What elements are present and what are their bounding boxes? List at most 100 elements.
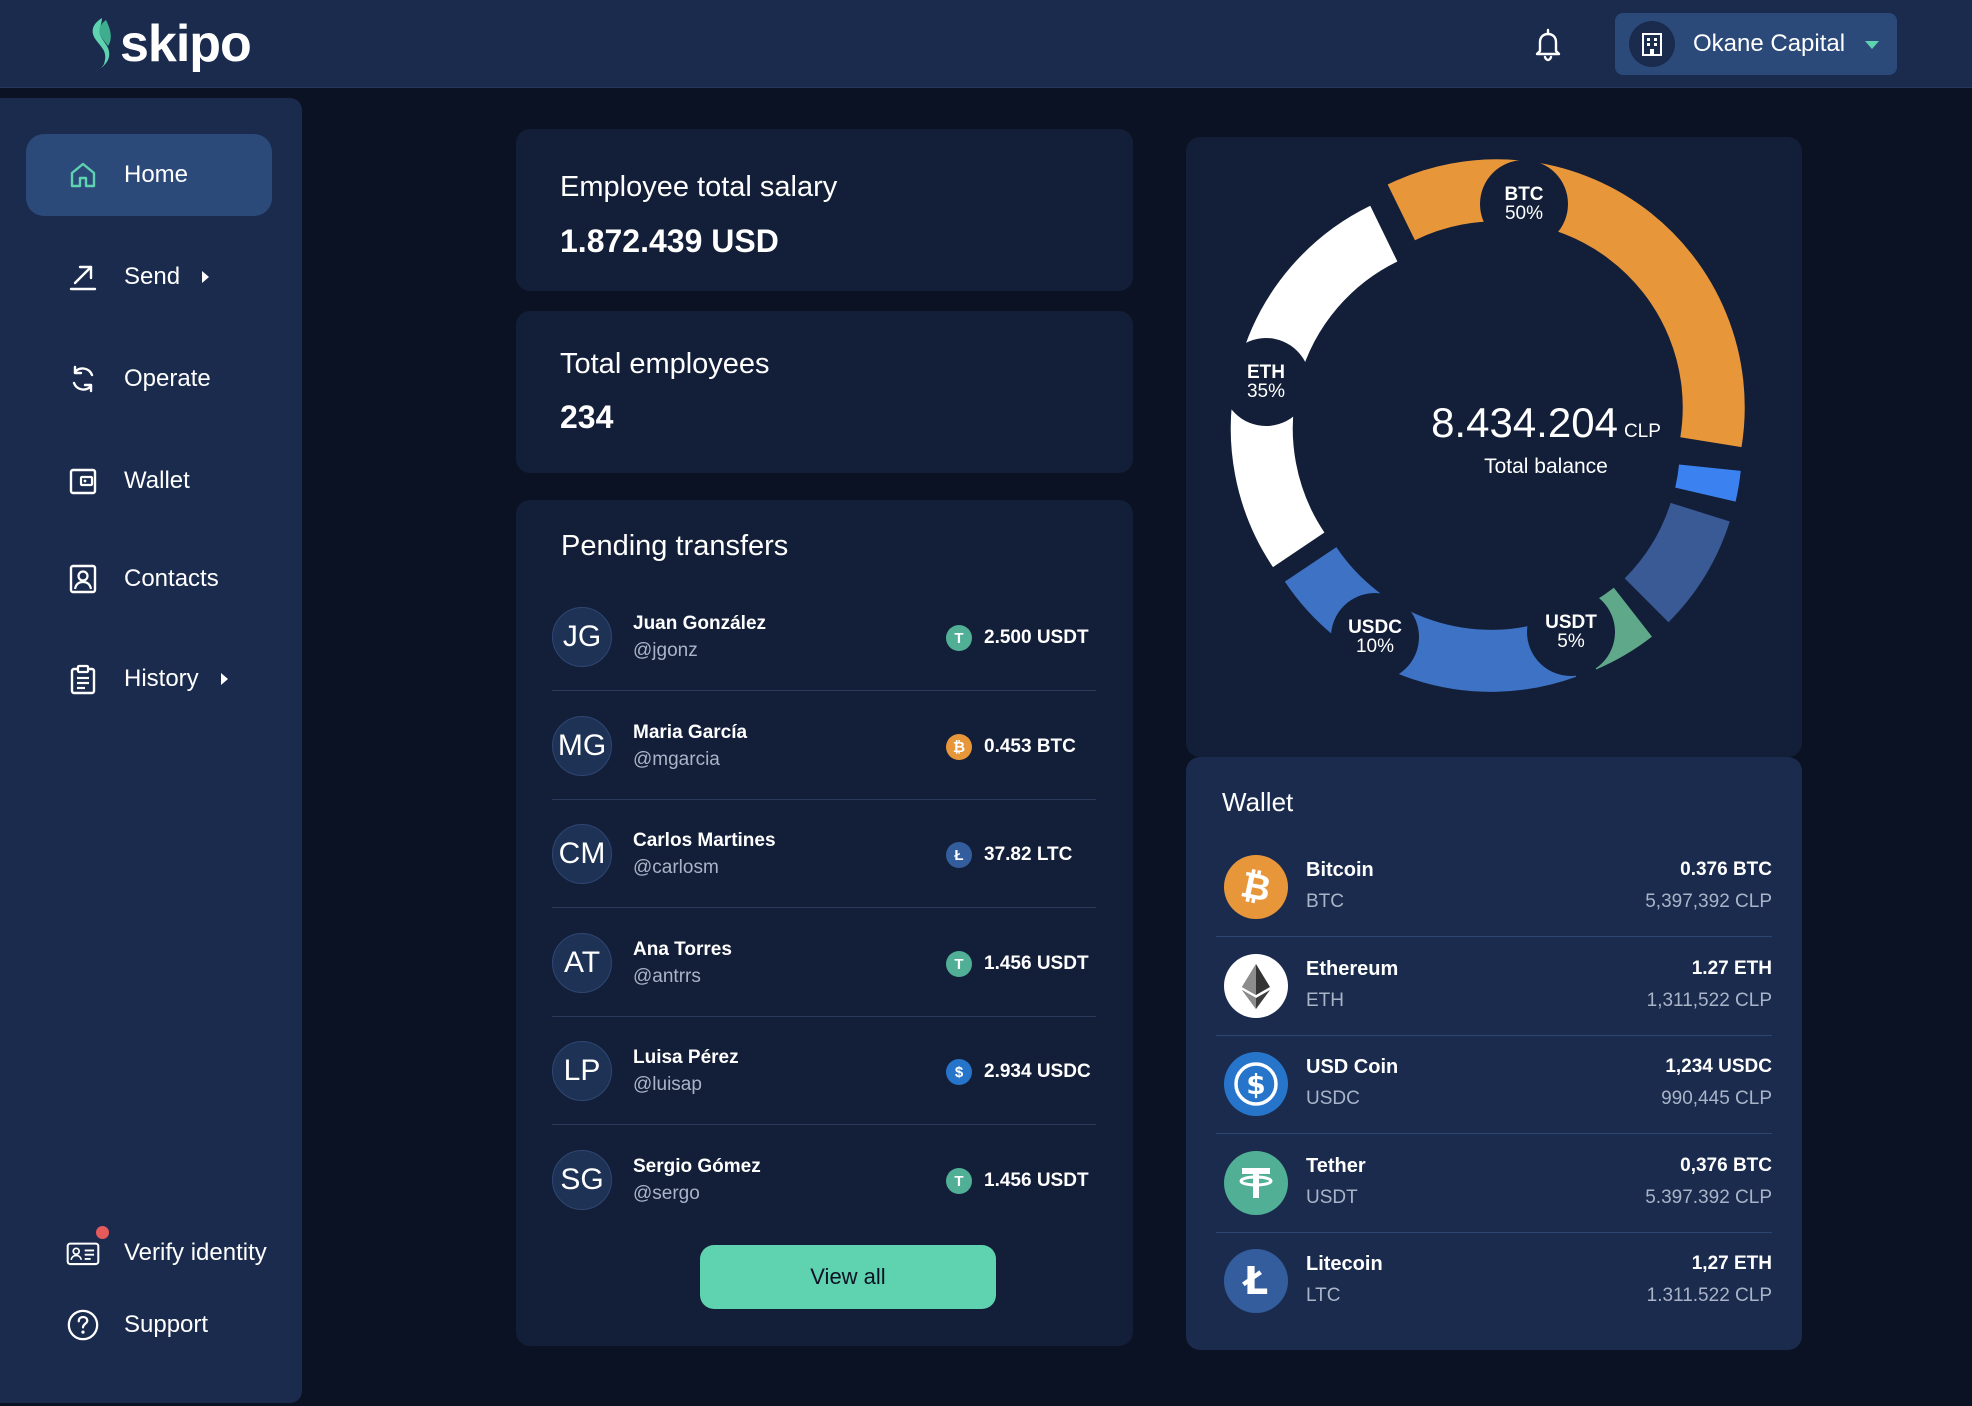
asset-fiat-value: 1,311,522 CLP [1646,990,1772,1011]
asset-fiat-value: 990,445 CLP [1661,1088,1772,1109]
home-icon [66,158,100,192]
chevron-right-icon [202,271,210,283]
notifications-button[interactable] [1528,24,1568,64]
transfer-row[interactable]: CM Carlos Martines @carlosm Ł 37.82 LTC [552,800,1096,908]
transfer-name: Luisa Pérez [633,1047,739,1068]
transfer-amount: 0.453 BTC [984,736,1076,757]
id-card-icon [66,1236,100,1270]
svg-text:Ł: Ł [1242,1259,1268,1303]
employees-card: Total employees 234 [516,311,1133,473]
sidebar: Home Send Operate Wallet Contacts Histor… [0,98,302,1403]
avatar: AT [552,933,612,993]
notification-dot [96,1226,109,1239]
litecoin-icon: Ł [946,842,972,868]
sidebar-item-label: Wallet [124,467,190,494]
bell-icon [1535,28,1561,62]
employees-value: 234 [560,399,614,435]
asset-fiat-value: 1.311.522 CLP [1646,1285,1772,1306]
asset-symbol: USDC [1306,1088,1360,1109]
refresh-icon [66,362,100,396]
organization-selector[interactable]: Okane Capital [1615,13,1897,75]
chevron-down-icon [1865,41,1879,49]
usdc-share-badge: USDC 10% [1331,593,1419,681]
pending-transfers-card: Pending transfers JG Juan González @jgon… [516,500,1133,1346]
bitcoin-icon: ₿ [1224,855,1288,919]
sidebar-item-label: Home [124,161,189,188]
sidebar-item-history[interactable]: History [26,638,272,720]
wallet-asset-row[interactable]: $ USD Coin USDC 1,234 USDC 990,445 CLP [1216,1036,1772,1134]
svg-text:₿: ₿ [1237,864,1274,910]
usdt-share-badge: USDT 5% [1527,588,1615,676]
salary-card: Employee total salary 1.872.439 USD [516,129,1133,291]
divider [552,907,1096,908]
avatar: CM [552,824,612,884]
transfer-row[interactable]: JG Juan González @jgonz T 2.500 USDT [552,583,1096,691]
wallet-asset-row[interactable]: Ethereum ETH 1.27 ETH 1,311,522 CLP [1216,938,1772,1036]
transfer-name: Maria García [633,722,748,743]
transfer-amount: 1.456 USDT [984,953,1089,974]
asset-symbol: ETH [1306,990,1344,1011]
divider [1216,1133,1772,1134]
sidebar-item-home[interactable]: Home [26,134,272,216]
svg-text:$: $ [1246,1068,1265,1101]
wallet-asset-row[interactable]: ₿ Bitcoin BTC 0.376 BTC 5,397,392 CLP [1216,839,1772,937]
organization-avatar [1629,21,1675,67]
asset-symbol: LTC [1306,1285,1341,1306]
transfer-row[interactable]: SG Sergio Gómez @sergo T 1.456 USDT [552,1126,1096,1234]
sidebar-item-contacts[interactable]: Contacts [26,538,272,620]
sidebar-item-send[interactable]: Send [26,236,272,318]
wallet-asset-row[interactable]: Tether USDT 0,376 BTC 5.397.392 CLP [1216,1135,1772,1233]
asset-fiat-value: 5,397,392 CLP [1645,891,1772,912]
divider [1216,936,1772,937]
balance-chart-card: BTC 50% ETH 35% USDC 10% USDT 5% 8.434.2… [1186,137,1802,757]
sidebar-item-label: Send [124,263,181,290]
asset-name: Tether [1306,1155,1366,1177]
btc-share-badge: BTC 50% [1480,160,1568,248]
avatar: LP [552,1041,612,1101]
sidebar-item-support[interactable]: Support [26,1284,272,1366]
eth-share-badge: ETH 35% [1222,338,1310,426]
transfer-row[interactable]: MG Maria García @mgarcia ₿ 0.453 BTC [552,692,1096,800]
total-balance: 8.434.204 CLP Total balance [1386,399,1706,479]
building-icon [1642,33,1662,56]
wallet-card: Wallet ₿ Bitcoin BTC 0.376 BTC 5,397,392… [1186,757,1802,1350]
transfer-name: Sergio Gómez [633,1156,761,1177]
tether-icon: T [946,951,972,977]
transfer-handle: @antrrs [633,966,701,987]
wallet-asset-row[interactable]: Ł Litecoin LTC 1,27 ETH 1.311.522 CLP [1216,1233,1772,1331]
brand-logo[interactable]: skipo [86,14,252,74]
divider [552,690,1096,691]
transfer-row[interactable]: LP Luisa Pérez @luisap $ 2.934 USDC [552,1017,1096,1125]
sidebar-item-operate[interactable]: Operate [26,338,272,420]
employees-title: Total employees [560,348,770,380]
organization-name: Okane Capital [1693,30,1846,57]
brand-name: skipo [120,15,252,73]
logo-mark-icon [92,18,111,71]
wallet-icon [66,464,100,498]
transfer-amount: 2.500 USDT [984,627,1089,648]
transfer-handle: @carlosm [633,857,719,878]
asset-name: Ethereum [1306,958,1399,980]
transfer-row[interactable]: AT Ana Torres @antrrs T 1.456 USDT [552,909,1096,1017]
sidebar-item-verify-identity[interactable]: Verify identity [26,1212,272,1294]
blue-slate-segment [1624,502,1730,623]
ethereum-icon [1224,954,1288,1018]
sidebar-item-label: Support [124,1311,209,1338]
usdc-icon: $ [946,1059,972,1085]
asset-amount: 1,234 USDC [1665,1056,1772,1077]
salary-value: 1.872.439 USD [560,223,779,259]
transfer-handle: @mgarcia [633,749,720,770]
top-bar: skipo Okane Capital [0,0,1972,88]
transfer-handle: @jgonz [633,640,698,661]
asset-amount: 0,376 BTC [1680,1155,1772,1176]
asset-amount: 0.376 BTC [1680,859,1772,880]
contact-card-icon [66,562,100,596]
transfer-amount: 1.456 USDT [984,1170,1089,1191]
chevron-right-icon [220,673,228,685]
sidebar-item-label: Operate [124,365,211,392]
transfer-handle: @sergo [633,1183,700,1204]
sidebar-item-wallet[interactable]: Wallet [26,440,272,522]
view-all-button[interactable]: View all [700,1245,996,1309]
wallet-title: Wallet [1222,787,1294,817]
sidebar-item-label: History [124,665,199,692]
